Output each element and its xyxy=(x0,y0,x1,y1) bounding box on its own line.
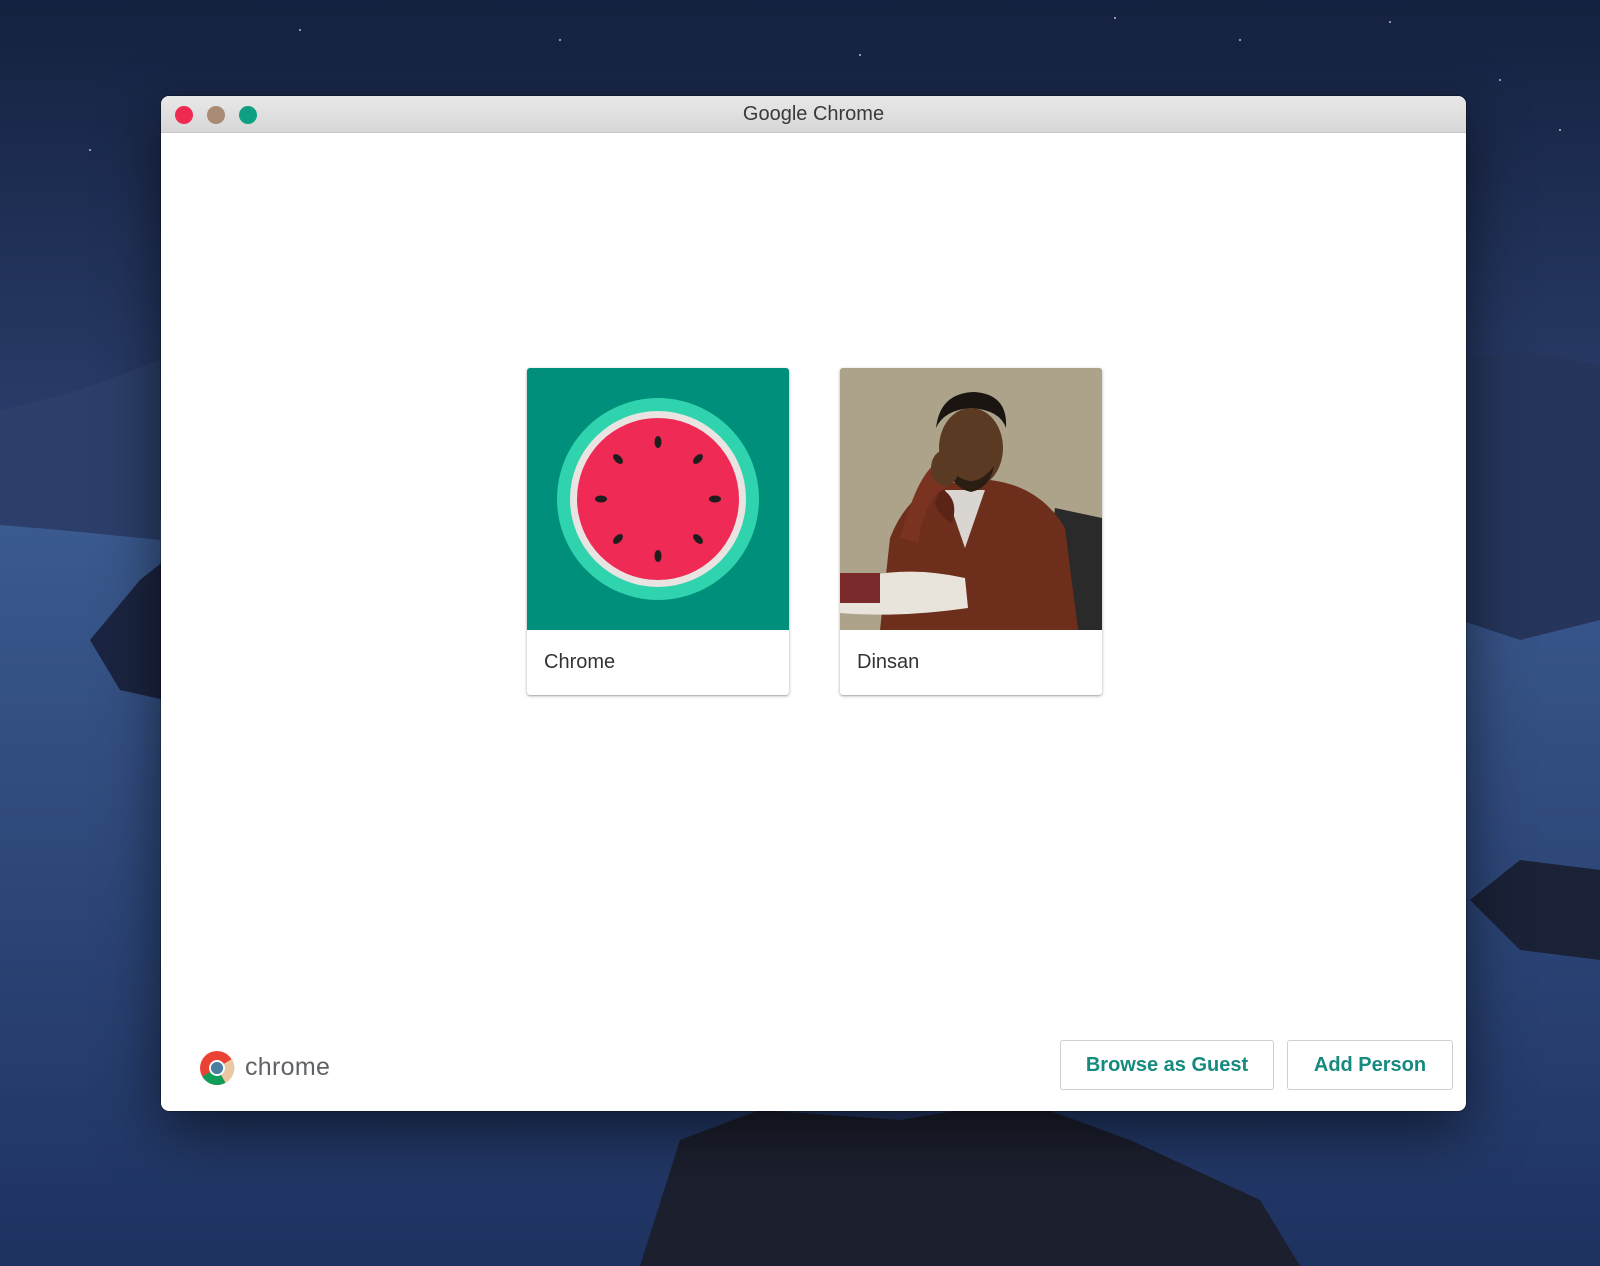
chrome-wordmark: chrome xyxy=(245,1053,331,1081)
profile-name: Dinsan xyxy=(857,651,920,673)
chrome-logo-icon xyxy=(200,1051,235,1085)
watermelon-icon xyxy=(557,398,759,600)
add-person-button[interactable]: Add Person xyxy=(1287,1040,1453,1090)
person-photo-image xyxy=(840,368,1102,630)
title-bar[interactable]: Google Chrome xyxy=(161,96,1466,133)
window-title: Google Chrome xyxy=(742,103,885,125)
profile-card-chrome[interactable]: Chrome xyxy=(527,368,789,695)
browse-as-guest-button[interactable]: Browse as Guest xyxy=(1060,1040,1274,1090)
watermelon-avatar xyxy=(527,368,789,630)
chrome-profile-window: Google Chrome Chrome Dinsan chrome Brows… xyxy=(161,96,1466,1111)
profile-card-dinsan[interactable]: Dinsan xyxy=(840,368,1102,695)
profile-name: Chrome xyxy=(544,651,616,673)
person-photo xyxy=(840,368,1102,630)
